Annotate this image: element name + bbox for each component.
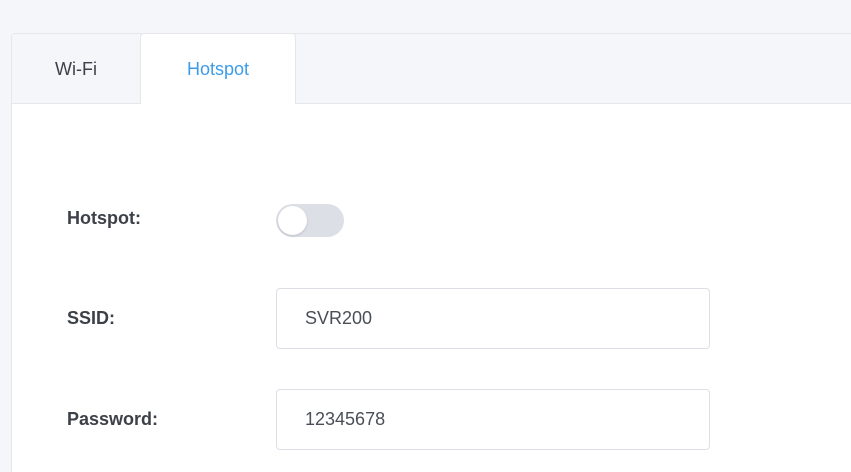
tab-bar: Wi-Fi Hotspot <box>12 33 851 104</box>
tab-divider <box>12 103 851 104</box>
hotspot-toggle[interactable] <box>276 204 344 237</box>
tab-hotspot[interactable]: Hotspot <box>140 33 296 104</box>
password-label: Password: <box>67 409 159 429</box>
tab-wifi-label: Wi-Fi <box>55 58 97 79</box>
ssid-input[interactable] <box>276 288 710 349</box>
password-input[interactable] <box>276 389 710 450</box>
settings-panel: Wi-Fi Hotspot Hotspot: SSID: Password: <box>11 33 851 472</box>
hotspot-label: Hotspot: <box>67 208 141 228</box>
tab-hotspot-label: Hotspot <box>186 58 250 79</box>
toggle-knob <box>278 206 307 235</box>
ssid-label: SSID: <box>67 308 116 328</box>
tab-wifi[interactable]: Wi-Fi <box>12 34 140 104</box>
